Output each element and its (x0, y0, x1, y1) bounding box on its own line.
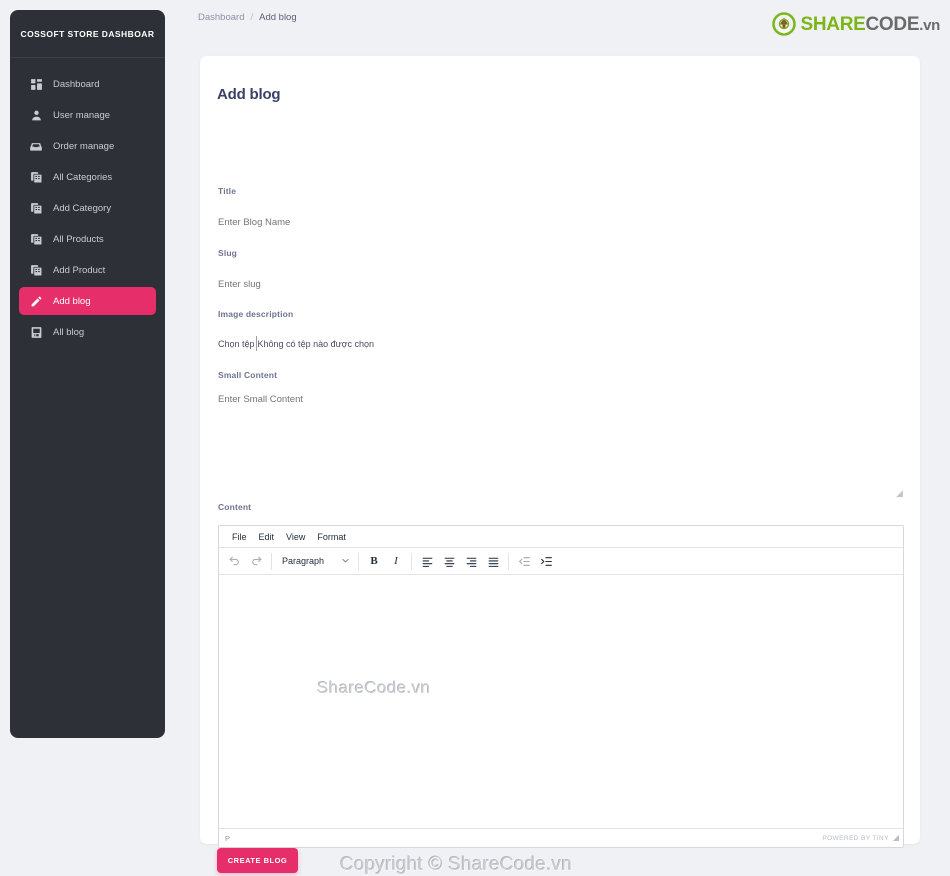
choose-file-button[interactable]: Chọn tệp (218, 339, 255, 349)
breadcrumb: Dashboard / Add blog (198, 10, 297, 24)
align-center-icon[interactable] (438, 551, 460, 572)
title-input[interactable] (218, 217, 518, 228)
sidebar-item-add-blog[interactable]: Add blog (19, 287, 156, 315)
italic-button[interactable]: I (385, 551, 407, 572)
sharecode-logo: SHARECODE.vn (771, 11, 941, 37)
layers-copy-icon (29, 263, 43, 277)
slug-input[interactable] (218, 279, 518, 290)
sidebar-item-label: User manage (53, 109, 111, 121)
paragraph-format-select[interactable]: Paragraph (276, 551, 354, 572)
sidebar-item-label: All Categories (53, 171, 113, 183)
toolbar-divider (411, 552, 412, 570)
sidebar-item-all-blog[interactable]: All blog (19, 318, 156, 346)
align-justify-icon[interactable] (482, 551, 504, 572)
sidebar-item-all-categories[interactable]: All Categories (19, 163, 156, 191)
sidebar-item-add-product[interactable]: Add Product (19, 256, 156, 284)
image-file-input[interactable]: Chọn tệp Không có tệp nào được chọn (218, 336, 618, 351)
editor-watermark: ShareCode.vn (317, 678, 431, 697)
sidebar-item-label: All Products (53, 233, 104, 245)
align-left-icon[interactable] (416, 551, 438, 572)
sidebar-brand-title: COSSOFT STORE DASHBOAR (10, 10, 165, 58)
toolbar-divider (271, 552, 272, 570)
sidebar-item-label: Add blog (53, 295, 91, 307)
toolbar-divider (358, 552, 359, 570)
logo-text-code: CODE (865, 13, 920, 35)
logo-text-vn: .vn (919, 16, 940, 34)
sidebar-item-label: Add Product (53, 264, 106, 276)
editor-toolbar: Paragraph B I (219, 548, 903, 575)
undo-icon[interactable] (223, 551, 245, 572)
redo-icon[interactable] (245, 551, 267, 572)
file-selection-status: Không có tệp nào được chọn (257, 338, 375, 349)
bold-button[interactable]: B (363, 551, 385, 572)
create-blog-button[interactable]: CREATE BLOG (217, 848, 298, 873)
sidebar-menu: Dashboard User manage Order manage All C… (10, 58, 165, 346)
file-input-divider (255, 336, 257, 351)
sidebar-item-order-manage[interactable]: Order manage (19, 132, 156, 160)
editor-menubar: File Edit View Format (219, 526, 903, 548)
sidebar: COSSOFT STORE DASHBOAR Dashboard User ma… (10, 10, 165, 738)
editor-resize-handle[interactable]: ◢ (893, 834, 899, 842)
inbox-tray-icon (29, 139, 43, 153)
sharecode-recycle-icon (771, 12, 796, 36)
field-title: Title (218, 186, 518, 230)
outdent-icon[interactable] (513, 551, 535, 572)
editor-menu-view[interactable]: View (280, 530, 311, 544)
breadcrumb-current: Add blog (259, 11, 297, 23)
sidebar-item-add-category[interactable]: Add Category (19, 194, 156, 222)
pencil-icon (29, 294, 43, 308)
layers-copy-icon (29, 232, 43, 246)
person-icon (29, 108, 43, 122)
editor-element-path[interactable]: P (225, 834, 230, 843)
field-slug-label: Slug (218, 248, 238, 258)
sidebar-item-all-products[interactable]: All Products (19, 225, 156, 253)
paragraph-format-value: Paragraph (282, 556, 325, 566)
editor-menu-file[interactable]: File (226, 530, 253, 544)
chevron-down-icon (341, 556, 350, 567)
field-slug: Slug (218, 248, 518, 292)
logo-text-share: SHARE (800, 13, 866, 35)
book-reader-icon (29, 325, 43, 339)
layers-copy-icon (29, 170, 43, 184)
editor-powered-by-label: POWERED BY TINY (822, 834, 889, 842)
small-content-textarea[interactable] (218, 394, 904, 491)
field-title-label: Title (218, 186, 237, 196)
page-title: Add blog (217, 86, 281, 104)
field-small-content: Small Content ◢ (218, 370, 904, 498)
add-blog-card: Add blog Title Slug Image description Ch… (200, 56, 920, 875)
sidebar-item-user-manage[interactable]: User manage (19, 101, 156, 129)
editor-menu-format[interactable]: Format (311, 530, 352, 544)
sidebar-item-label: Add Category (53, 202, 112, 214)
editor-statusbar-right: POWERED BY TINY ◢ (822, 834, 899, 842)
editor-menu-edit[interactable]: Edit (253, 530, 281, 544)
sidebar-item-label: Order manage (53, 140, 115, 152)
sidebar-item-label: All blog (53, 326, 85, 338)
editor-content-area[interactable]: ShareCode.vn (219, 575, 903, 828)
field-content-label: Content (218, 502, 252, 512)
breadcrumb-root-link[interactable]: Dashboard (198, 12, 244, 23)
breadcrumb-separator: / (250, 11, 254, 23)
sidebar-item-label: Dashboard (53, 78, 100, 90)
field-image-description: Image description Chọn tệp Không có tệp … (218, 309, 618, 351)
copyright-watermark: Copyright © ShareCode.vn (340, 854, 573, 875)
indent-icon[interactable] (535, 551, 557, 572)
field-image-description-label: Image description (218, 309, 294, 319)
dashboard-grid-icon (29, 77, 43, 91)
field-small-content-label: Small Content (218, 370, 278, 380)
toolbar-divider (508, 552, 509, 570)
logo-wordmark: SHARECODE.vn (801, 15, 941, 34)
field-content: Content File Edit View Format Paragraph … (218, 502, 904, 848)
layers-copy-icon (29, 201, 43, 215)
align-right-icon[interactable] (460, 551, 482, 572)
tinymce-editor: File Edit View Format Paragraph B I Shar… (218, 525, 904, 848)
editor-statusbar: P POWERED BY TINY ◢ (219, 828, 903, 847)
sidebar-item-dashboard[interactable]: Dashboard (19, 70, 156, 98)
